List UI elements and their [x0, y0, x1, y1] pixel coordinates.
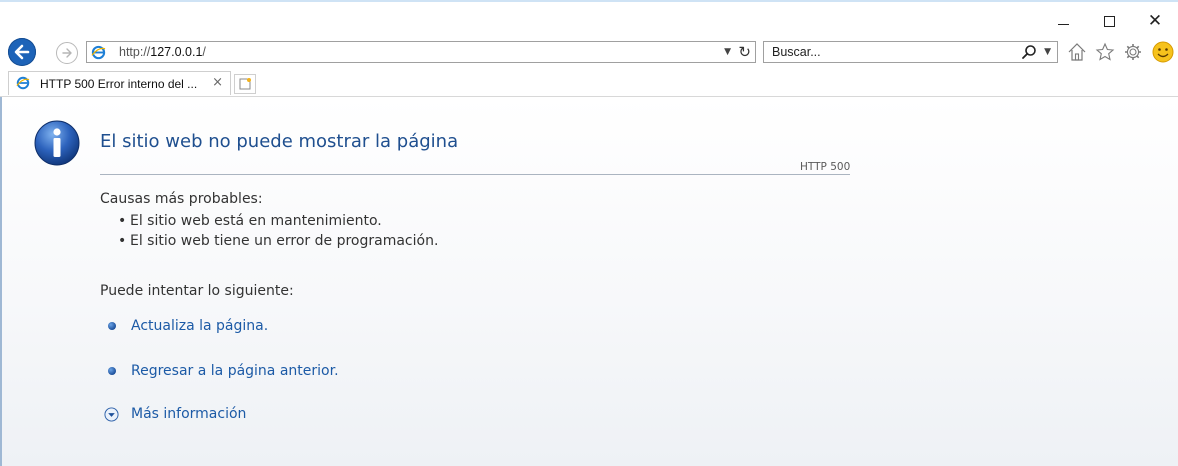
maximize-button[interactable]: [1086, 8, 1132, 34]
causes-heading: Causas más probables:: [100, 191, 263, 207]
ie-logo-icon: [16, 76, 30, 90]
maximize-icon: [1103, 15, 1115, 27]
window-left-edge: [0, 97, 2, 466]
suggestions-heading: Puede intentar lo siguiente:: [100, 283, 294, 299]
star-icon: [1095, 42, 1115, 61]
back-button[interactable]: [8, 38, 36, 66]
blue-bullet-icon: [108, 367, 116, 375]
search-icon[interactable]: [1021, 44, 1037, 60]
tab-title: HTTP 500 Error interno del ...: [40, 77, 198, 91]
cause-item: El sitio web está en mantenimiento.: [118, 213, 382, 229]
minimize-icon: [1057, 23, 1069, 25]
page-title: El sitio web no puede mostrar la página: [100, 131, 459, 152]
window-controls: ✕: [1040, 8, 1178, 34]
refresh-page-link[interactable]: Actualiza la página.: [104, 316, 268, 336]
refresh-icon[interactable]: ↻: [738, 43, 751, 61]
address-url[interactable]: http://127.0.0.1/: [119, 45, 206, 59]
url-path: /: [202, 45, 206, 59]
smiley-icon: [1152, 41, 1174, 63]
expand-arrow-icon: [104, 406, 119, 422]
home-button[interactable]: [1066, 41, 1088, 63]
url-host: 127.0.0.1: [150, 45, 203, 59]
go-back-link[interactable]: Regresar a la página anterior.: [104, 361, 339, 381]
info-icon: [34, 120, 80, 166]
tab-active[interactable]: HTTP 500 Error interno del ... ×: [8, 71, 231, 95]
link-label[interactable]: Más información: [131, 406, 246, 422]
address-dropdown-icon[interactable]: ▼: [724, 47, 731, 57]
tab-close-icon[interactable]: ×: [212, 75, 223, 90]
cause-item: El sitio web tiene un error de programac…: [118, 233, 438, 249]
link-label[interactable]: Actualiza la página.: [131, 318, 268, 334]
url-protocol: http://: [119, 45, 151, 59]
search-input[interactable]: [770, 44, 994, 60]
window-top-accent: [0, 0, 1178, 2]
close-window-button[interactable]: ✕: [1132, 8, 1178, 34]
search-dropdown-icon[interactable]: ▼: [1044, 47, 1051, 57]
navigation-bar: http://127.0.0.1/ ▼ ↻ ▼: [0, 36, 1178, 68]
ie-logo-icon: [91, 45, 106, 60]
address-bar[interactable]: http://127.0.0.1/ ▼ ↻: [86, 41, 756, 63]
forward-button[interactable]: [56, 42, 78, 64]
minimize-button[interactable]: [1040, 8, 1086, 34]
search-box[interactable]: ▼: [763, 41, 1058, 63]
forward-arrow-icon: [62, 48, 72, 58]
link-label[interactable]: Regresar a la página anterior.: [131, 363, 339, 379]
tab-strip: HTTP 500 Error interno del ... ×: [0, 71, 1178, 97]
more-info-link[interactable]: Más información: [104, 404, 246, 424]
blue-bullet-icon: [108, 322, 116, 330]
back-arrow-icon: [14, 44, 30, 60]
page-content: El sitio web no puede mostrar la página …: [0, 97, 1178, 466]
new-tab-icon: [239, 78, 251, 90]
favorites-button[interactable]: [1094, 41, 1116, 63]
tools-button[interactable]: [1122, 41, 1144, 63]
feedback-button[interactable]: [1152, 41, 1174, 63]
http-status-code: HTTP 500: [800, 161, 851, 173]
browser-chrome: ✕ http://127.0.0.1/ ▼ ↻ Buscar... ▼ HTTP…: [0, 0, 1178, 97]
title-divider: [100, 174, 850, 175]
new-tab-button[interactable]: [234, 74, 256, 94]
close-icon: ✕: [1147, 10, 1163, 31]
gear-icon: [1125, 44, 1141, 60]
home-icon: [1068, 43, 1086, 61]
